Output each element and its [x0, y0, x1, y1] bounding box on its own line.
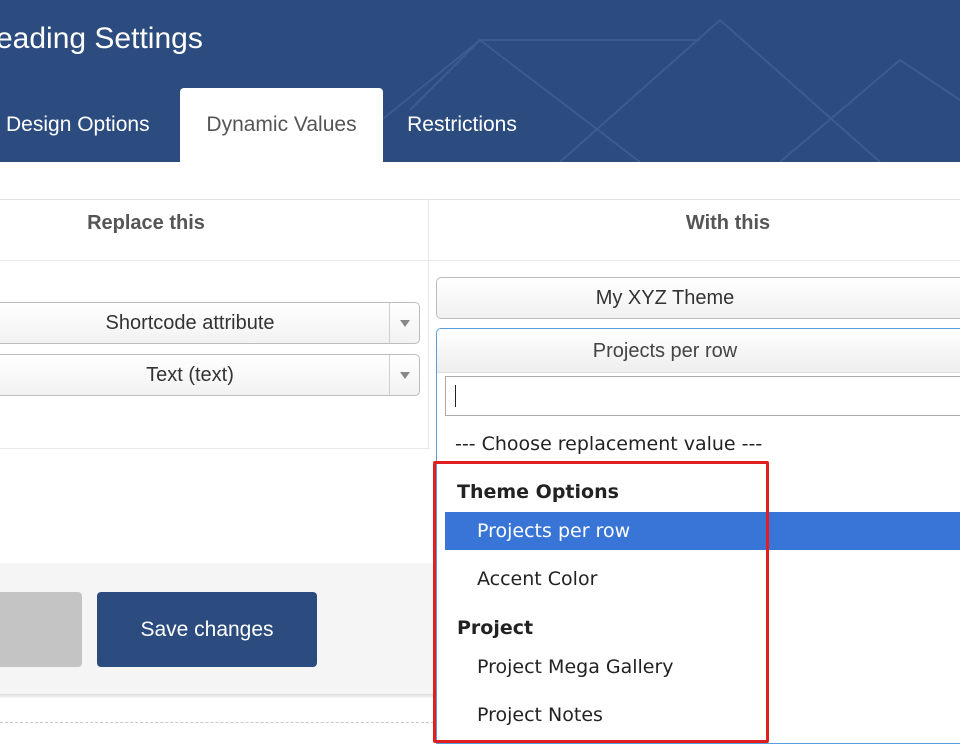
save-changes-button[interactable]: Save changes [97, 592, 317, 667]
column-header-replace: Replace this [87, 212, 205, 234]
text-caret [455, 385, 456, 407]
replace-type-value: Shortcode attribute [105, 312, 275, 334]
tab-design-options[interactable]: Design Options [0, 88, 168, 162]
deco-line-3 [559, 18, 881, 162]
option-label: Project Notes [477, 704, 603, 726]
settings-header: eading Settings Design Options Dynamic V… [0, 0, 960, 162]
dropdown-selected-value[interactable]: Projects per row [437, 329, 960, 373]
table-row-divider [0, 448, 430, 449]
option-accent-color[interactable]: Accent Color [445, 560, 960, 598]
replace-type-select[interactable]: Shortcode attribute [0, 302, 420, 344]
option-project-notes[interactable]: Project Notes [445, 696, 960, 734]
chevron-down-icon[interactable] [389, 355, 419, 395]
dropdown-search-input[interactable] [445, 376, 960, 416]
column-header-with: With this [685, 212, 771, 234]
deco-line-4 [779, 58, 960, 162]
option-group-project: Project [457, 617, 534, 639]
tab-dynamic-values[interactable]: Dynamic Values [180, 88, 383, 162]
cancel-button[interactable] [0, 592, 82, 667]
table-column-divider [428, 199, 429, 449]
dropdown-placeholder-option[interactable]: --- Choose replacement value --- [455, 433, 762, 455]
table-header-divider [0, 260, 960, 261]
option-group-theme-options: Theme Options [457, 481, 619, 503]
tab-restrictions[interactable]: Restrictions [392, 88, 532, 162]
option-projects-per-row[interactable]: Projects per row [445, 512, 960, 550]
replace-attribute-value: Text (text) [146, 364, 234, 386]
option-label: Accent Color [477, 568, 598, 590]
source-select-button[interactable]: My XYZ Theme [436, 277, 960, 319]
replace-attribute-select[interactable]: Text (text) [0, 354, 420, 396]
option-project-mega-gallery[interactable]: Project Mega Gallery [445, 648, 960, 686]
page-title: eading Settings [0, 22, 203, 55]
option-label: Projects per row [477, 520, 631, 542]
replacement-value-dropdown[interactable]: Projects per row --- Choose replacement … [436, 328, 960, 744]
option-label: Project Mega Gallery [477, 656, 674, 678]
chevron-down-icon[interactable] [389, 303, 419, 343]
